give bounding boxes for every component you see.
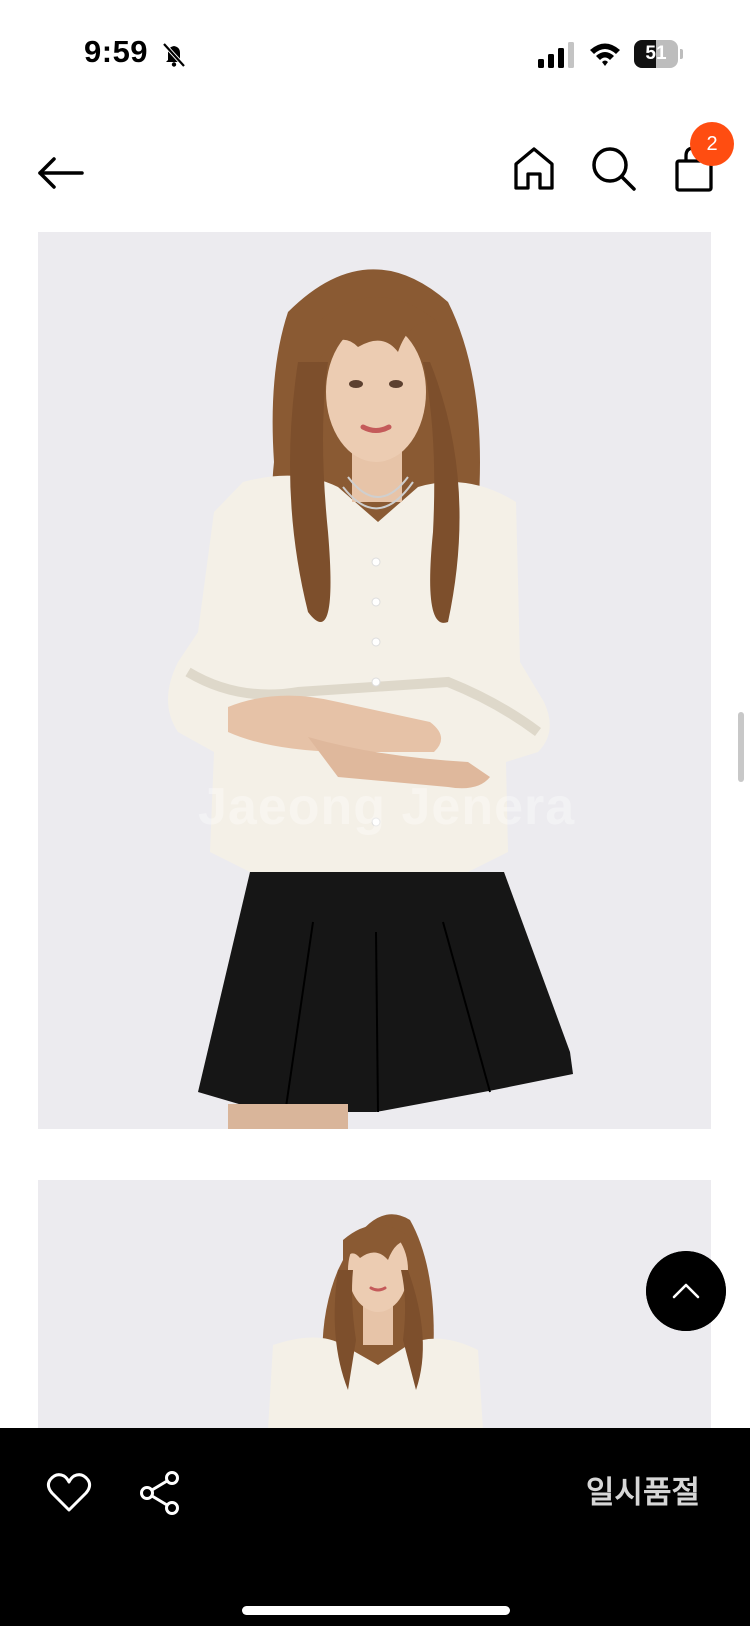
top-navigation: [0, 120, 750, 220]
scrollbar-thumb[interactable]: [738, 712, 744, 782]
share-icon[interactable]: [138, 1470, 182, 1516]
search-icon[interactable]: [590, 144, 638, 194]
home-indicator[interactable]: [242, 1606, 510, 1615]
battery-icon: 51: [634, 40, 683, 68]
status-time: 9:59: [84, 34, 149, 69]
scroll-to-top-button[interactable]: [646, 1251, 726, 1331]
product-image-main[interactable]: Jaeong Jenera: [38, 232, 711, 1129]
watermark-text: Jaeong Jenera: [198, 778, 576, 836]
product-image-second[interactable]: [38, 1180, 711, 1430]
bell-off-icon: [162, 42, 186, 68]
model-front-photo: [38, 232, 711, 1129]
heart-icon[interactable]: [46, 1472, 92, 1514]
cart-count-badge: 2: [690, 122, 734, 166]
model-front-full-photo: [38, 1180, 711, 1430]
temporarily-sold-out-label: 일시품절: [585, 1475, 700, 1510]
product-detail-screen: 9:59 51 2 Jaeong Jenera 일시품절: [0, 0, 750, 1626]
wifi-icon: [590, 43, 620, 66]
back-arrow-icon[interactable]: [36, 148, 86, 198]
status-bar: 9:59 51: [0, 0, 750, 110]
signal-icon: [538, 42, 574, 68]
bottom-action-bar: 일시품절: [0, 1428, 750, 1626]
home-icon[interactable]: [512, 144, 556, 194]
battery-level: 51: [645, 43, 667, 64]
